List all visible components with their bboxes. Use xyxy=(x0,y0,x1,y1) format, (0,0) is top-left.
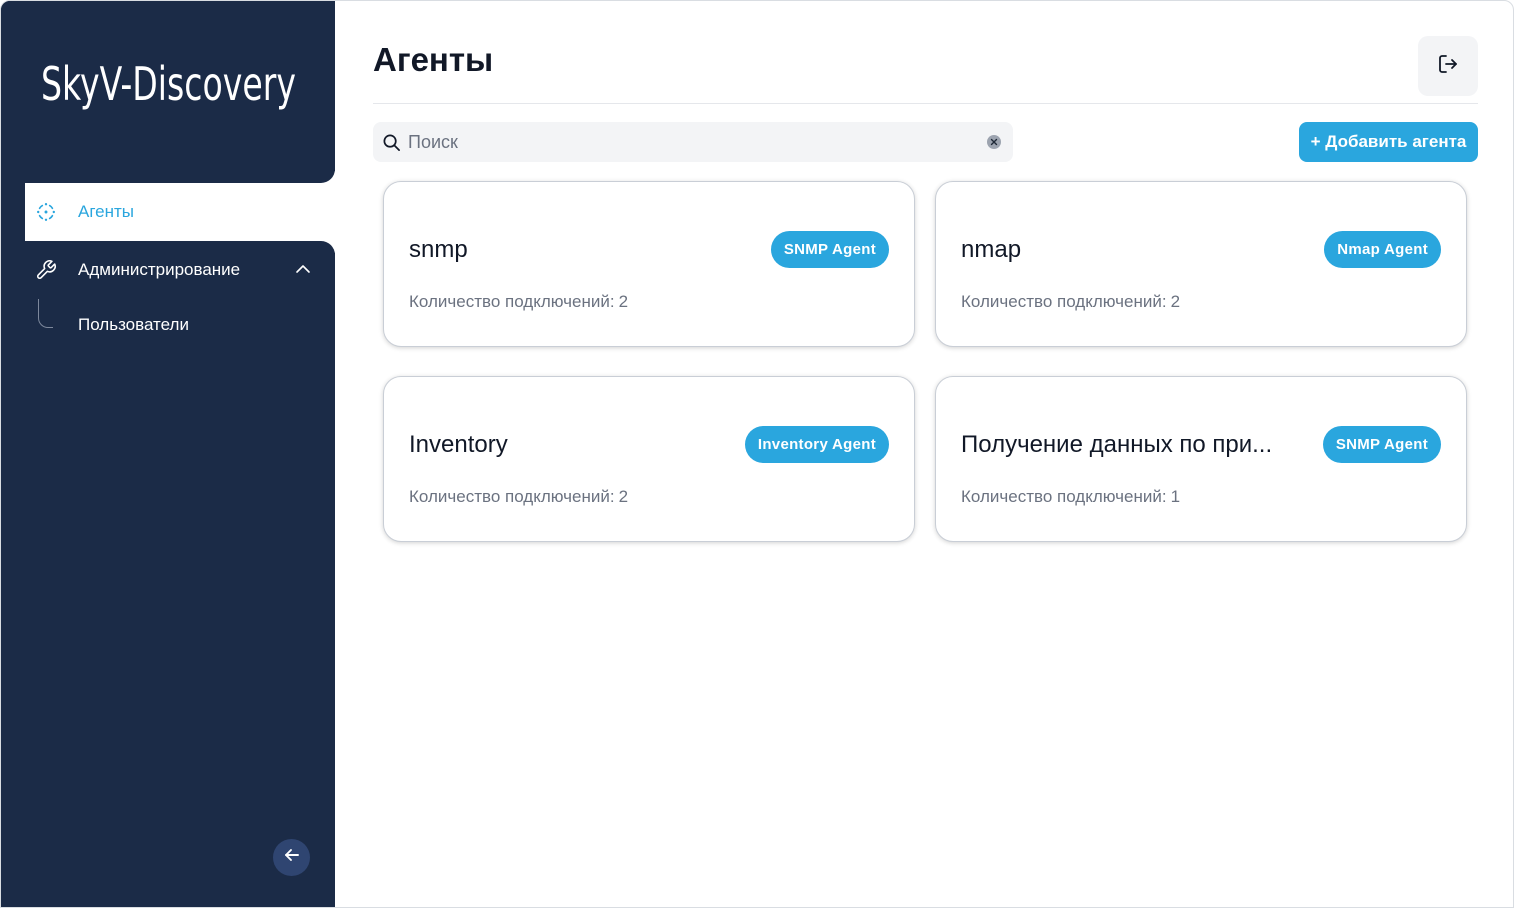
add-agent-button[interactable]: + Добавить агента xyxy=(1299,122,1478,162)
close-icon xyxy=(990,133,998,151)
connections-count: Количество подключений: 2 xyxy=(409,292,628,312)
connections-value: 2 xyxy=(618,292,629,311)
logout-button[interactable] xyxy=(1418,36,1478,96)
page-title: Агенты xyxy=(373,41,494,78)
agent-name: Получение данных по при... xyxy=(961,431,1273,458)
connections-value: 2 xyxy=(1170,292,1181,311)
app-window: SkyV-Discovery Агенты Администрирование … xyxy=(0,0,1514,908)
header-divider xyxy=(373,103,1478,104)
arrow-left-icon xyxy=(282,845,302,870)
agent-name: Inventory xyxy=(409,431,508,458)
agent-card[interactable]: Получение данных по при... SNMP Agent Ко… xyxy=(935,376,1467,542)
chevron-up-icon[interactable] xyxy=(295,261,311,282)
connections-label: Количество подключений: xyxy=(961,292,1167,311)
collapse-sidebar-button[interactable] xyxy=(273,839,310,876)
tree-connector xyxy=(38,299,53,328)
search-box xyxy=(373,122,1013,162)
sidebar: SkyV-Discovery Агенты Администрирование … xyxy=(1,1,335,907)
connections-label: Количество подключений: xyxy=(409,292,615,311)
sidebar-item-agents[interactable]: Агенты xyxy=(25,183,335,241)
connections-value: 2 xyxy=(618,487,629,506)
agent-card[interactable]: nmap Nmap Agent Количество подключений: 2 xyxy=(935,181,1467,347)
connections-label: Количество подключений: xyxy=(961,487,1167,506)
search-input[interactable] xyxy=(408,122,968,162)
connections-value: 1 xyxy=(1170,487,1181,506)
search-icon xyxy=(382,133,401,157)
sidebar-item-administration[interactable]: Администрирование xyxy=(25,241,335,299)
connections-count: Количество подключений: 2 xyxy=(409,487,628,507)
agents-icon xyxy=(35,201,57,223)
agent-card[interactable]: Inventory Inventory Agent Количество под… xyxy=(383,376,915,542)
sidebar-item-users[interactable]: Пользователи xyxy=(78,315,189,335)
connections-label: Количество подключений: xyxy=(409,487,615,506)
agent-type-badge: SNMP Agent xyxy=(770,231,889,268)
sidebar-item-label: Администрирование xyxy=(78,260,241,279)
agent-name: nmap xyxy=(961,236,1022,263)
agent-type-badge: Inventory Agent xyxy=(744,426,889,463)
connections-count: Количество подключений: 2 xyxy=(961,292,1180,312)
wrench-icon xyxy=(35,259,57,281)
clear-search-button[interactable] xyxy=(987,135,1001,149)
agent-card[interactable]: snmp SNMP Agent Количество подключений: 2 xyxy=(383,181,915,347)
agent-name: snmp xyxy=(409,236,468,263)
sidebar-item-label: Агенты xyxy=(78,202,135,221)
agent-type-badge: SNMP Agent xyxy=(1322,426,1441,463)
logout-icon xyxy=(1436,52,1460,81)
agent-type-badge: Nmap Agent xyxy=(1324,231,1441,268)
app-logo: SkyV-Discovery xyxy=(41,57,296,111)
app-logo-text: SkyV-Discovery xyxy=(41,57,296,111)
connections-count: Количество подключений: 1 xyxy=(961,487,1180,507)
